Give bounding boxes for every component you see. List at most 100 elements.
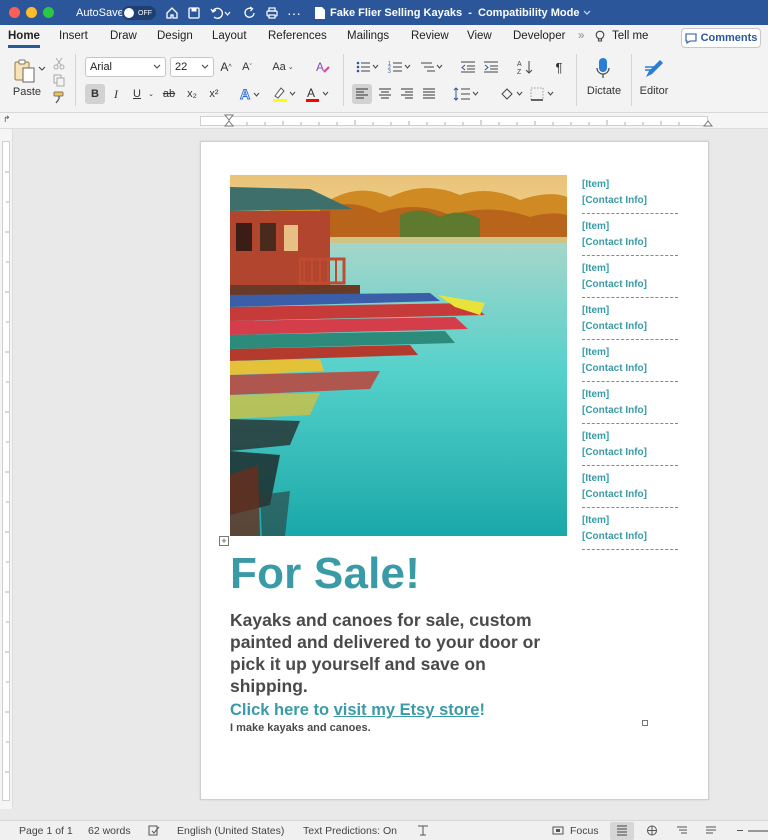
zoom-window-button[interactable] (43, 7, 54, 18)
outline-view-icon[interactable] (676, 825, 688, 836)
shading-icon[interactable] (497, 84, 525, 104)
page-title[interactable]: For Sale! (230, 549, 420, 599)
font-name-select[interactable]: Arial (85, 57, 166, 77)
sidebar-item[interactable]: [Item] (582, 429, 609, 445)
dictate-button[interactable]: Dictate (584, 85, 624, 97)
tab-references[interactable]: References (268, 30, 327, 42)
sidebar-contact[interactable]: [Contact Info] (582, 319, 647, 335)
word-count[interactable]: 62 words (88, 825, 131, 837)
sidebar-item[interactable]: [Item] (582, 219, 609, 235)
print-icon[interactable] (265, 0, 279, 25)
web-layout-icon[interactable] (646, 825, 658, 836)
zoom-slider[interactable] (748, 830, 768, 832)
minimize-window-button[interactable] (26, 7, 37, 18)
borders-icon[interactable] (528, 84, 558, 104)
sidebar-item[interactable]: [Item] (582, 471, 609, 487)
tab-mailings[interactable]: Mailings (347, 30, 389, 42)
right-indent-marker-icon[interactable] (703, 114, 713, 128)
strikethrough-button[interactable]: ab (160, 84, 178, 104)
undo-icon[interactable] (209, 0, 231, 25)
sidebar-item[interactable]: [Item] (582, 177, 609, 193)
underline-button[interactable]: U (130, 84, 144, 104)
tab-developer[interactable]: Developer (513, 30, 565, 42)
sidebar-contact[interactable]: [Contact Info] (582, 529, 647, 545)
proofing-icon[interactable] (148, 825, 160, 836)
autosave-toggle[interactable]: OFF (122, 6, 156, 20)
sidebar-contact[interactable]: [Contact Info] (582, 361, 647, 377)
vertical-ruler[interactable] (0, 129, 13, 809)
paste-icon[interactable] (10, 57, 38, 85)
close-window-button[interactable] (9, 7, 20, 18)
text-predictions[interactable]: Text Predictions: On (303, 825, 397, 837)
decrease-indent-icon[interactable] (459, 58, 477, 76)
redo-icon[interactable] (243, 0, 257, 25)
multilevel-list-icon[interactable] (419, 58, 447, 76)
paste-label[interactable]: Paste (10, 85, 44, 98)
sidebar-item[interactable]: [Item] (582, 513, 609, 529)
sidebar-contact[interactable]: [Contact Info] (582, 403, 647, 419)
bullets-icon[interactable] (355, 58, 383, 76)
grow-font-icon[interactable]: A ^ (218, 58, 234, 76)
subscript-button[interactable]: x₂ (184, 84, 200, 104)
tell-me-search[interactable]: Tell me (612, 30, 648, 42)
indent-marker-icon[interactable] (223, 114, 235, 128)
etsy-store-link[interactable]: visit my Etsy store (334, 701, 480, 719)
draft-view-icon[interactable] (705, 825, 717, 836)
comments-button[interactable]: Comments (681, 28, 761, 48)
tab-draw[interactable]: Draw (110, 30, 137, 42)
cut-icon[interactable] (52, 56, 66, 70)
sidebar-contact[interactable]: [Contact Info] (582, 193, 647, 209)
focus-icon[interactable] (552, 825, 564, 836)
home-icon[interactable] (165, 0, 179, 25)
text-effects-icon[interactable]: A (238, 84, 262, 104)
align-left-icon[interactable] (352, 84, 372, 104)
editor-pen-icon[interactable] (640, 55, 668, 83)
overflow-chevron-icon[interactable]: » (578, 30, 584, 42)
sidebar-contact[interactable]: [Contact Info] (582, 487, 647, 503)
justify-icon[interactable] (419, 84, 439, 104)
table-move-handle-icon[interactable]: + (219, 536, 229, 546)
bold-button[interactable]: B (85, 84, 105, 104)
shrink-font-icon[interactable]: Aˇ (239, 58, 255, 76)
save-icon[interactable] (187, 0, 201, 25)
line-spacing-icon[interactable] (452, 84, 482, 104)
page-count[interactable]: Page 1 of 1 (19, 825, 73, 837)
copy-icon[interactable] (52, 73, 66, 87)
superscript-button[interactable]: x² (206, 84, 222, 104)
show-marks-icon[interactable]: ¶ (552, 58, 566, 76)
sidebar-item[interactable]: [Item] (582, 303, 609, 319)
sidebar-contact[interactable]: [Contact Info] (582, 235, 647, 251)
font-color-icon[interactable]: A (303, 84, 331, 104)
sidebar-contact[interactable]: [Contact Info] (582, 277, 647, 293)
change-case-icon[interactable]: Aa ⌄ (272, 58, 294, 76)
sidebar-item[interactable]: [Item] (582, 261, 609, 277)
numbering-icon[interactable]: 123 (387, 58, 415, 76)
tab-review[interactable]: Review (411, 30, 449, 42)
accessibility-icon[interactable] (417, 825, 429, 836)
more-icon[interactable]: ··· (287, 0, 301, 25)
tab-layout[interactable]: Layout (212, 30, 247, 42)
tab-selector-icon[interactable]: ↱ (3, 114, 11, 125)
increase-indent-icon[interactable] (482, 58, 500, 76)
tab-home[interactable]: Home (8, 30, 40, 42)
note-text[interactable]: I make kayaks and canoes. (230, 722, 371, 734)
horizontal-ruler[interactable]: ↱ (0, 113, 768, 129)
sidebar-item[interactable]: [Item] (582, 345, 609, 361)
clear-formatting-icon[interactable]: A (314, 58, 332, 76)
highlight-icon[interactable] (270, 84, 298, 104)
format-painter-icon[interactable] (52, 90, 66, 104)
language[interactable]: English (United States) (177, 825, 284, 837)
resize-handle-icon[interactable] (642, 720, 648, 726)
focus-button[interactable]: Focus (570, 825, 599, 837)
editor-button[interactable]: Editor (634, 85, 674, 97)
italic-button[interactable]: I (109, 84, 123, 104)
tab-insert[interactable]: Insert (59, 30, 88, 42)
underline-dropdown-chevron-icon[interactable]: ⌄ (146, 84, 156, 104)
paste-dropdown-chevron-icon[interactable] (38, 65, 46, 73)
align-right-icon[interactable] (397, 84, 417, 104)
sidebar-item[interactable]: [Item] (582, 387, 609, 403)
zoom-out-icon[interactable] (737, 830, 743, 831)
tab-design[interactable]: Design (157, 30, 193, 42)
tab-view[interactable]: View (467, 30, 492, 42)
etsy-link-paragraph[interactable]: Click here to visit my Etsy store! (230, 701, 485, 720)
